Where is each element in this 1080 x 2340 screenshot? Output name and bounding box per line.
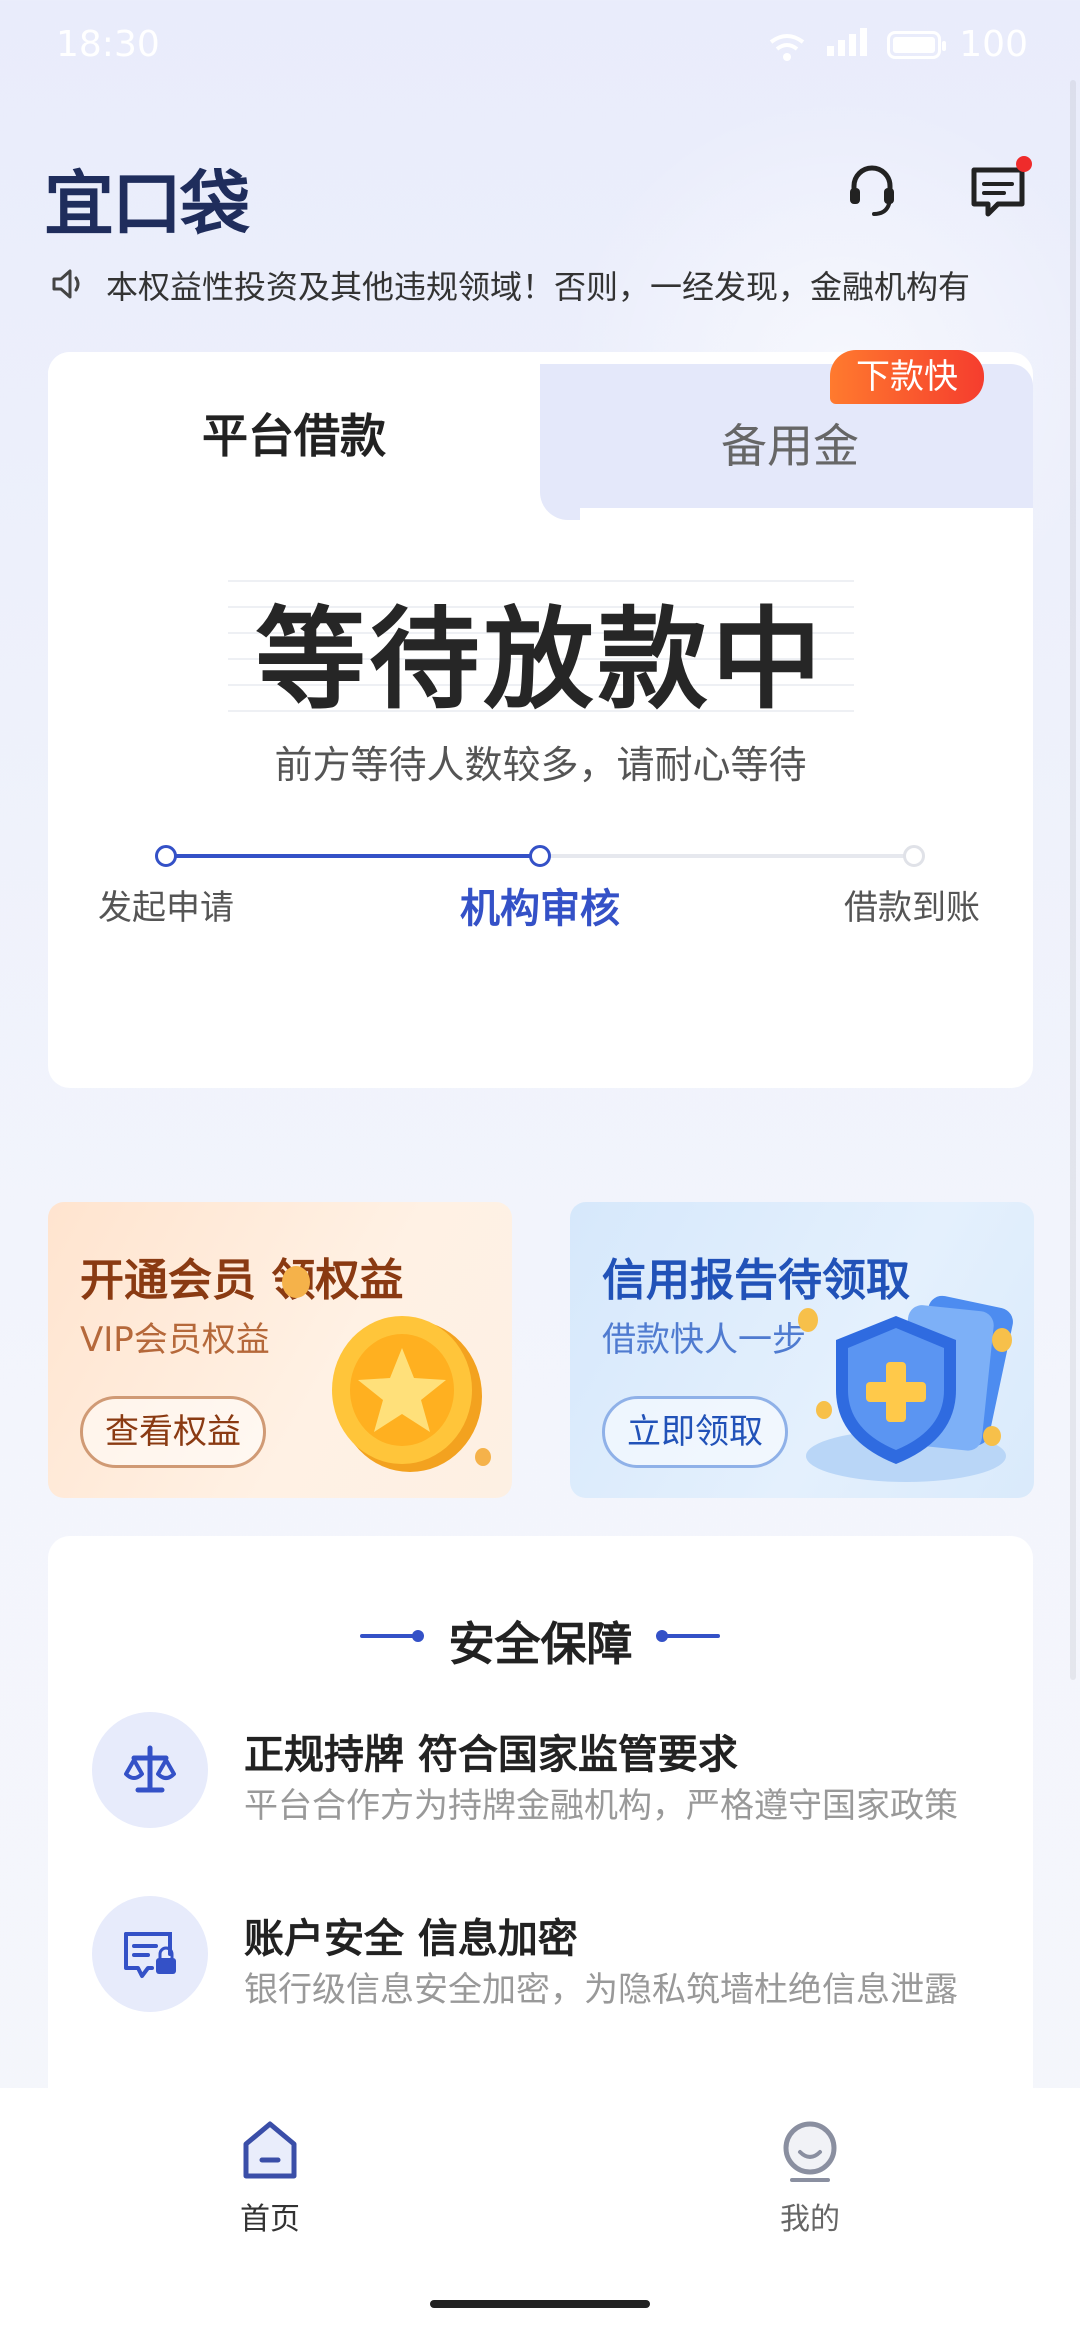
step-node-apply <box>155 845 177 867</box>
battery-icon <box>887 30 947 59</box>
feature-title-account-security: 账户安全 信息加密 <box>244 1916 578 1962</box>
notice-bar[interactable]: 本权益性投资及其他违规领域！否则，一经发现，金融机构有 <box>50 260 1030 308</box>
signal-icon <box>825 24 869 65</box>
feature-desc-account-security: 银行级信息安全加密，为隐私筑墙杜绝信息泄露 <box>244 1970 958 2010</box>
wifi-icon <box>767 30 807 61</box>
status-bar: 18:30 100 <box>0 0 1080 90</box>
scale-icon <box>92 1712 208 1828</box>
home-indicator[interactable] <box>430 2300 650 2308</box>
claim-now-button[interactable]: 立即领取 <box>602 1396 788 1468</box>
vip-promo-title: 开通会员 领权益 <box>80 1255 404 1306</box>
battery-level: 100 <box>959 24 1028 65</box>
app-logo: 宜口袋 <box>44 163 250 245</box>
tab-backup-fund-label[interactable]: 备用金 <box>580 410 1000 476</box>
step-label-received: 借款到账 <box>844 888 980 928</box>
step-label-apply: 发起申请 <box>98 888 234 928</box>
loan-status-subtitle: 前方等待人数较多，请耐心等待 <box>274 743 807 787</box>
small-coin-icon <box>475 1448 491 1466</box>
vip-promo-card[interactable]: 开通会员 领权益 VIP会员权益 查看权益 <box>48 1202 512 1498</box>
step-node-received <box>903 845 925 867</box>
feature-title-licensed: 正规持牌 符合国家监管要求 <box>244 1732 738 1778</box>
secure-card-icon <box>92 1896 208 2012</box>
status-time: 18:30 <box>56 24 160 65</box>
small-coin-icon <box>282 1266 310 1298</box>
nav-item-home[interactable]: 首页 <box>200 2118 340 2238</box>
scrollbar[interactable] <box>1070 80 1076 1680</box>
star-coin-icon <box>332 1316 482 1472</box>
vip-promo-subtitle: VIP会员权益 <box>80 1320 270 1360</box>
loan-status-title: 等待放款中 <box>255 596 826 724</box>
feature-desc-licensed: 平台合作方为持牌金融机构，严格遵守国家政策 <box>244 1786 958 1826</box>
nav-label-home: 首页 <box>240 2202 300 2237</box>
nav-item-mine[interactable]: 我的 <box>740 2118 880 2238</box>
notice-text: 本权益性投资及其他违规领域！否则，一经发现，金融机构有 <box>106 268 971 306</box>
tab-platform-loan-label[interactable]: 平台借款 <box>48 400 540 466</box>
fast-loan-badge: 下款快 <box>830 350 984 404</box>
speaker-icon <box>50 266 86 302</box>
credit-report-promo-card[interactable]: 信用报告待领取 借款快人一步 立即领取 <box>570 1202 1034 1498</box>
home-icon <box>243 2121 297 2179</box>
safety-title: 安全保障 <box>448 1617 633 1671</box>
message-icon[interactable] <box>968 156 1032 220</box>
customer-service-icon[interactable] <box>842 160 902 220</box>
view-benefits-button[interactable]: 查看权益 <box>80 1396 266 1468</box>
progress-fill <box>166 854 540 858</box>
notification-dot <box>1016 156 1032 172</box>
step-node-review <box>529 845 551 867</box>
step-label-review: 机构审核 <box>460 886 620 932</box>
profile-icon <box>783 2121 837 2182</box>
credit-promo-subtitle: 借款快人一步 <box>602 1320 806 1360</box>
nav-label-mine: 我的 <box>780 2202 840 2237</box>
security-shield-icon <box>798 1295 1013 1482</box>
